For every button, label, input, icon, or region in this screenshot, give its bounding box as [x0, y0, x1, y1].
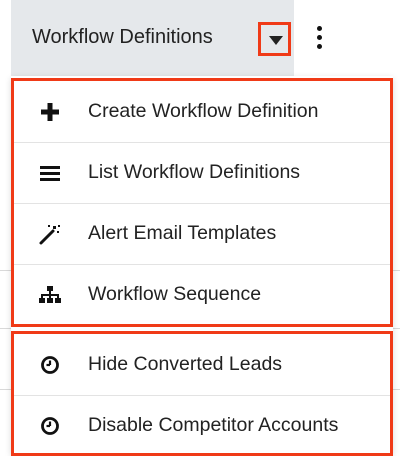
- caret-down-icon: [269, 36, 283, 45]
- module-tab[interactable]: Workflow Definitions: [11, 0, 294, 76]
- magic-wand-icon: [38, 222, 62, 246]
- menu-item-label: Disable Competitor Accounts: [88, 414, 339, 436]
- sitemap-icon: [38, 283, 62, 307]
- menu-item-list-workflow-definitions[interactable]: List Workflow Definitions: [14, 142, 390, 204]
- module-tab-label[interactable]: Workflow Definitions: [32, 26, 213, 49]
- kebab-vertical-icon[interactable]: [310, 24, 330, 52]
- dropdown-menu: Create Workflow Definition List Workflow…: [11, 76, 393, 456]
- menu-item-label: Hide Converted Leads: [88, 353, 283, 375]
- menu-item-create-workflow-definition[interactable]: Create Workflow Definition: [14, 81, 390, 143]
- list-icon: [38, 161, 62, 185]
- menu-item-label: Create Workflow Definition: [88, 100, 319, 122]
- menu-item-workflow-sequence[interactable]: Workflow Sequence: [14, 264, 390, 325]
- menu-group-saved-actions: Hide Converted Leads Disable Competitor …: [11, 331, 393, 456]
- menu-item-disable-competitor-accounts[interactable]: Disable Competitor Accounts: [14, 395, 390, 456]
- plus-icon: [38, 100, 62, 124]
- clock-icon: [38, 414, 62, 438]
- menu-group-workflow: Create Workflow Definition List Workflow…: [11, 78, 393, 327]
- menu-item-label: List Workflow Definitions: [88, 161, 301, 183]
- dropdown-toggle-button[interactable]: [258, 22, 291, 56]
- menu-item-alert-email-templates[interactable]: Alert Email Templates: [14, 203, 390, 265]
- clock-icon: [38, 353, 62, 377]
- menu-item-label: Workflow Sequence: [88, 283, 262, 305]
- menu-item-hide-converted-leads[interactable]: Hide Converted Leads: [14, 334, 390, 396]
- menu-item-label: Alert Email Templates: [88, 222, 277, 244]
- top-bar: Workflow Definitions: [0, 0, 400, 76]
